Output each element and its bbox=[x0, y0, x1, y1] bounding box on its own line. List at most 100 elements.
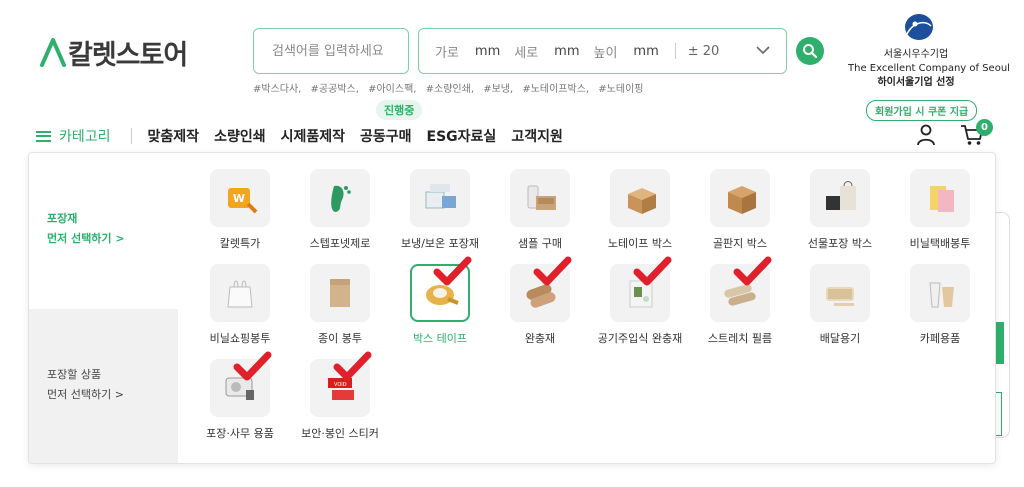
category-item-label: 보안·봉인 스티커 bbox=[301, 427, 379, 440]
width-unit[interactable]: mm bbox=[475, 44, 500, 59]
category-item[interactable]: 완충재 bbox=[494, 256, 586, 346]
category-item-label: 포장·사무 용품 bbox=[206, 427, 274, 440]
category-thumbnail[interactable] bbox=[810, 169, 870, 227]
sidebar-sublabel: 먼저 선택하기 > bbox=[47, 232, 125, 245]
category-item[interactable]: 선물포장 박스 bbox=[794, 169, 886, 251]
search-box[interactable] bbox=[253, 28, 409, 74]
poly-mailer-icon bbox=[930, 186, 954, 212]
plastic-bag-icon bbox=[227, 280, 253, 308]
category-thumbnail[interactable]: W bbox=[210, 169, 270, 227]
svg-text:W: W bbox=[233, 192, 245, 205]
category-item-label: 스트레치 필름 bbox=[707, 332, 773, 345]
category-thumbnail[interactable] bbox=[410, 169, 470, 227]
category-item-label: 노테이프 박스 bbox=[607, 237, 673, 250]
category-thumbnail[interactable] bbox=[510, 169, 570, 227]
checkmark-icon bbox=[533, 256, 572, 286]
search-input[interactable] bbox=[272, 43, 402, 59]
category-item-label: 선물포장 박스 bbox=[807, 237, 873, 250]
category-item[interactable]: 공기주입식 완충재 bbox=[594, 256, 686, 346]
logo[interactable]: 칼렛스토어 bbox=[40, 34, 188, 71]
search-button[interactable] bbox=[796, 37, 824, 65]
size-divider bbox=[674, 43, 676, 59]
nav-item-custom[interactable]: 맞춤제작 bbox=[148, 126, 200, 146]
hashtag[interactable]: #노테이프박스, bbox=[522, 84, 589, 95]
paper-envelope-icon bbox=[330, 279, 350, 307]
nav-item-esg[interactable]: ESG자료실 bbox=[427, 126, 497, 146]
category-item[interactable]: 샘플 구매 bbox=[494, 169, 586, 251]
nav-item-small-print[interactable]: 소량인쇄 bbox=[214, 126, 266, 146]
category-item[interactable]: 스트레치 필름 bbox=[694, 256, 786, 346]
category-item-label: 배달용기 bbox=[819, 332, 861, 345]
category-item[interactable]: W 칼렛특가 bbox=[194, 169, 286, 251]
category-item-label: 샘플 구매 bbox=[518, 237, 562, 250]
category-item-label: 골판지 박스 bbox=[712, 237, 768, 250]
hashtag[interactable]: #소량인쇄, bbox=[426, 84, 474, 95]
search-icon bbox=[803, 44, 818, 59]
footprint-icon bbox=[331, 185, 351, 212]
category-item[interactable]: 배달용기 bbox=[794, 264, 886, 346]
user-icon[interactable] bbox=[916, 124, 936, 146]
sidebar-sublabel: 먼저 선택하기 > bbox=[47, 388, 124, 401]
checkmark-icon bbox=[233, 351, 272, 381]
sale-tag-icon: W bbox=[228, 188, 258, 214]
category-thumbnail[interactable] bbox=[810, 264, 870, 322]
sidebar-item-product-first[interactable]: 포장할 상품 먼저 선택하기 > bbox=[29, 309, 178, 463]
cart-count-badge: 0 bbox=[976, 119, 993, 136]
main-nav: 카테고리 맞춤제작 소량인쇄 시제품제작 공동구매 ESG자료실 고객지원 bbox=[36, 124, 578, 148]
category-item-label: 보냉/보온 포장재 bbox=[400, 237, 480, 250]
category-item[interactable]: 박스 테이프 bbox=[394, 256, 486, 346]
sample-pack-icon bbox=[527, 185, 556, 210]
category-item[interactable]: 보냉/보온 포장재 bbox=[394, 169, 486, 251]
category-thumbnail[interactable] bbox=[910, 169, 970, 227]
chevron-down-icon[interactable] bbox=[756, 43, 770, 57]
nav-divider bbox=[130, 128, 132, 144]
category-toggle[interactable]: 카테고리 bbox=[36, 126, 111, 146]
category-thumbnail[interactable] bbox=[610, 169, 670, 227]
category-item-label: 비닐쇼핑봉투 bbox=[209, 332, 271, 345]
hashtag[interactable]: #보냉, bbox=[483, 84, 513, 95]
in-progress-badge: 진행중 bbox=[376, 100, 423, 120]
category-item[interactable]: VOID 보안·봉인 스티커 bbox=[294, 351, 386, 441]
hashtag[interactable]: #아이스팩, bbox=[368, 84, 416, 95]
checkmark-icon bbox=[333, 351, 372, 381]
category-thumbnail[interactable] bbox=[910, 264, 970, 322]
category-item[interactable]: 종이 봉투 bbox=[294, 264, 386, 346]
category-item[interactable]: 비닐택배봉투 bbox=[894, 169, 986, 251]
hashtag[interactable]: #공공박스, bbox=[311, 84, 359, 95]
nav-item-prototype[interactable]: 시제품제작 bbox=[281, 126, 345, 146]
tolerance-value[interactable]: ± 20 bbox=[688, 44, 720, 59]
sidebar-label: 포장재 bbox=[47, 212, 78, 225]
hashtag[interactable]: #박스다사, bbox=[253, 84, 301, 95]
category-item[interactable]: 카페용품 bbox=[894, 264, 986, 346]
hashtag[interactable]: #노테이핑 bbox=[598, 84, 643, 95]
nav-item-group-buy[interactable]: 공동구매 bbox=[360, 126, 412, 146]
category-item[interactable]: 포장·사무 용품 bbox=[194, 351, 286, 441]
hamburger-icon bbox=[36, 130, 51, 142]
category-thumbnail[interactable] bbox=[310, 169, 370, 227]
category-item[interactable]: 노테이프 박스 bbox=[594, 169, 686, 251]
depth-unit[interactable]: mm bbox=[554, 44, 579, 59]
hashtag-list: #박스다사, #공공박스, #아이스팩, #소량인쇄, #보냉, #노테이프박스… bbox=[253, 80, 649, 95]
category-item-label: 박스 테이프 bbox=[412, 332, 468, 345]
sidebar-label: 포장할 상품 bbox=[47, 368, 102, 381]
food-container-icon bbox=[826, 287, 854, 306]
background-outline-edge bbox=[996, 392, 1002, 436]
height-label: 높이 bbox=[593, 45, 618, 61]
category-item[interactable]: 스텝포넷제로 bbox=[294, 169, 386, 251]
category-thumbnail[interactable] bbox=[710, 169, 770, 227]
award-title: 서울시우수기업 bbox=[883, 49, 949, 60]
category-item[interactable]: 골판지 박스 bbox=[694, 169, 786, 251]
award-subtitle: The Excellent Company of Seoul bbox=[848, 63, 1010, 74]
category-item-label: 칼렛특가 bbox=[219, 237, 261, 250]
category-thumbnail[interactable] bbox=[210, 264, 270, 322]
height-unit[interactable]: mm bbox=[633, 44, 658, 59]
sidebar-item-packaging-first[interactable]: 포장재 먼저 선택하기 > bbox=[29, 153, 178, 309]
category-item-label: 공기주입식 완충재 bbox=[597, 332, 683, 345]
category-item[interactable]: 비닐쇼핑봉투 bbox=[194, 264, 286, 346]
cafe-cup-icon bbox=[929, 282, 954, 308]
category-thumbnail[interactable] bbox=[310, 264, 370, 322]
size-filter[interactable]: 가로 mm 세로 mm 높이 mm ± 20 bbox=[418, 28, 787, 74]
logo-mark-icon bbox=[40, 38, 66, 67]
nav-item-support[interactable]: 고객지원 bbox=[511, 126, 563, 146]
coupon-badge[interactable]: 회원가입 시 쿠폰 지급 bbox=[866, 100, 978, 121]
